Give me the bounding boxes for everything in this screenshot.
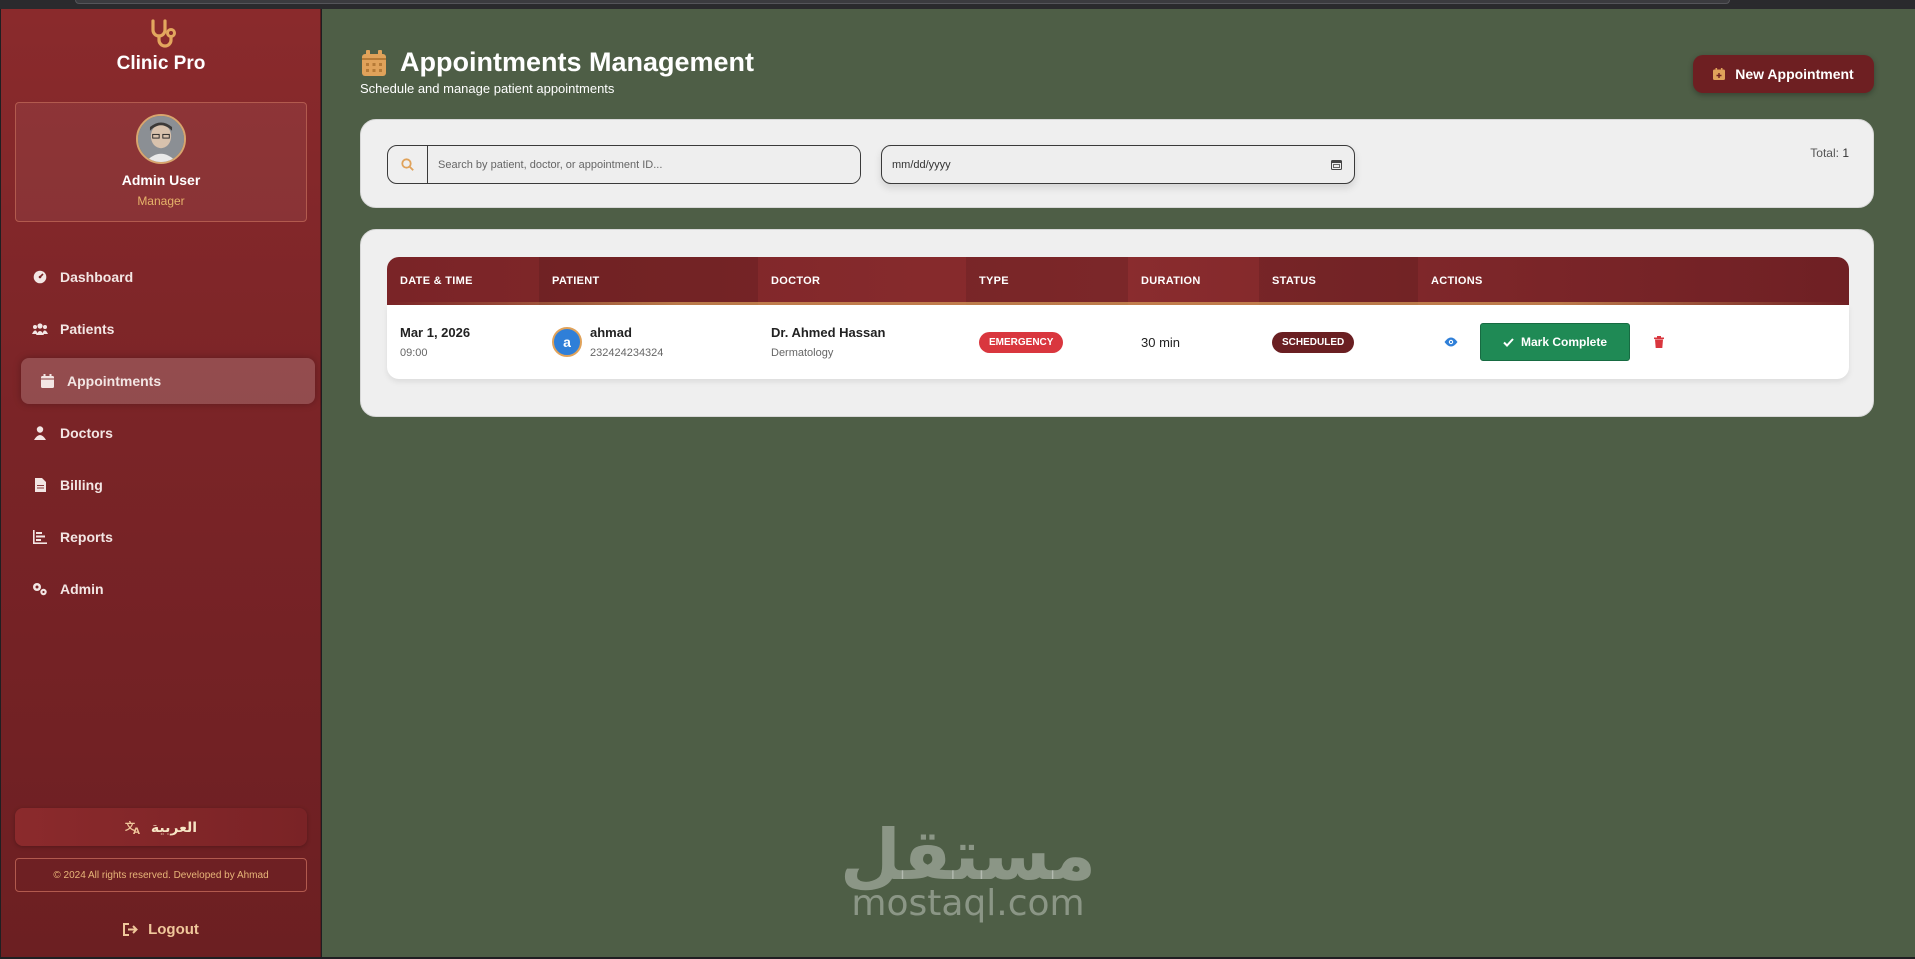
stethoscope-icon [151,19,176,48]
cell-type: EMERGENCY [966,305,1128,379]
appointment-date: Mar 1, 2026 [400,325,471,340]
watermark: مستقل mostaql.com [840,820,1096,922]
new-appointment-label: New Appointment [1735,66,1854,82]
patients-icon [32,321,48,337]
copyright: © 2024 All rights reserved. Developed by… [15,858,307,892]
column-header-doctor[interactable]: DOCTOR [758,257,966,305]
brand: Clinic Pro [1,17,321,75]
language-label: العربية [150,818,198,835]
cell-duration: 30 min [1128,305,1259,379]
dashboard-icon [32,269,48,285]
cell-doctor: Dr. Ahmed Hassan Dermatology [758,305,966,379]
check-icon [1503,337,1514,347]
sidebar-item-appointments[interactable]: Appointments [21,358,315,404]
search-input[interactable] [428,146,860,183]
calendar-icon [362,49,386,76]
chart-icon [32,529,48,545]
date-placeholder: mm/dd/yyyy [892,158,951,171]
main-content: Appointments Management Schedule and man… [322,9,1915,957]
sidebar-item-billing[interactable]: Billing [21,462,315,508]
duration-value: 30 min [1141,334,1181,350]
appointments-table: DATE & TIME PATIENT DOCTOR TYPE DURATION… [387,257,1849,379]
doctor-specialty: Dermatology [771,347,834,359]
sidebar-item-label: Appointments [67,373,162,389]
sidebar-item-label: Patients [60,321,115,337]
patient-avatar: a [552,327,582,357]
cogs-icon [32,581,48,597]
cell-actions: Mark Complete [1418,305,1849,379]
table-header: DATE & TIME PATIENT DOCTOR TYPE DURATION… [387,257,1849,305]
patient-phone: 232424234324 [590,347,664,359]
watermark-latin: mostaql.com [851,883,1085,924]
browser-address-bar [75,0,1730,4]
column-header-actions: ACTIONS [1431,275,1483,287]
patient-name[interactable]: ahmad [590,325,663,340]
cell-datetime: Mar 1, 2026 09:00 [387,305,539,379]
search-icon [388,146,428,183]
date-picker-icon[interactable] [1331,159,1342,170]
total-value: 1 [1842,146,1849,160]
doctor-name: Dr. Ahmed Hassan [771,325,886,340]
page-title: Appointments Management [400,47,755,77]
user-photo-icon [138,116,184,162]
column-header-patient[interactable]: PATIENT [539,257,758,305]
user-role: Manager [137,194,185,208]
sidebar-item-patients[interactable]: Patients [21,306,315,352]
sidebar-item-label: Billing [60,477,103,493]
sidebar-item-label: Admin [60,581,104,597]
appointment-time: 09:00 [400,347,428,359]
appointments-table-card: DATE & TIME PATIENT DOCTOR TYPE DURATION… [360,229,1874,417]
view-icon[interactable] [1444,337,1458,347]
page-subtitle: Schedule and manage patient appointments [360,81,615,96]
mark-complete-button[interactable]: Mark Complete [1480,323,1630,361]
sidebar-item-label: Reports [60,529,113,545]
new-appointment-button[interactable]: New Appointment [1693,55,1874,93]
filter-panel: mm/dd/yyyy Total: 1 [360,119,1874,208]
brand-name: Clinic Pro [116,53,206,74]
user-name: Admin User [121,172,201,188]
svg-text:A: A [133,827,140,834]
watermark-arabic: مستقل [840,814,1097,896]
logout-icon [123,922,139,936]
avatar[interactable] [136,114,186,164]
sidebar-item-label: Doctors [60,425,113,441]
sidebar-item-label: Dashboard [60,269,134,285]
sidebar: Clinic Pro Admin User Manager Dashboard … [1,9,321,957]
sidebar-item-doctors[interactable]: Doctors [21,410,315,456]
table-row[interactable]: Mar 1, 2026 09:00 a ahmad 232424234324 D… [387,305,1849,379]
cell-status: SCHEDULED [1259,305,1418,379]
status-badge: SCHEDULED [1272,331,1355,353]
column-header-date[interactable]: DATE & TIME [387,257,539,305]
calendar-plus-icon [1713,68,1726,80]
column-header-type[interactable]: TYPE [966,257,1128,305]
type-badge: EMERGENCY [979,331,1064,353]
logout-label: Logout [148,920,199,938]
mark-complete-label: Mark Complete [1520,335,1608,349]
total-label: Total: [1810,146,1839,160]
search-field [387,145,861,184]
sidebar-nav: Dashboard Patients Appointments Doctors … [1,254,321,618]
calendar-icon [39,373,55,389]
logout-button[interactable]: Logout [1,915,321,943]
invoice-icon [32,477,48,493]
user-card: Admin User Manager [15,102,307,222]
total-count: Total: 1 [1810,146,1849,160]
column-header-duration[interactable]: DURATION [1128,257,1259,305]
sidebar-item-reports[interactable]: Reports [21,514,315,560]
cell-patient: a ahmad 232424234324 [539,305,758,379]
sidebar-item-admin[interactable]: Admin [21,566,315,612]
language-toggle-button[interactable]: 文A العربية [15,808,307,846]
delete-icon[interactable] [1654,336,1664,348]
translate-icon: 文A [125,820,140,834]
sidebar-item-dashboard[interactable]: Dashboard [21,254,315,300]
page-header: Appointments Management [362,47,754,78]
date-filter-input[interactable]: mm/dd/yyyy [881,145,1355,184]
browser-top-strip [0,0,1915,9]
patient-info: ahmad 232424234324 [590,325,663,359]
doctor-icon [32,425,48,441]
column-header-status[interactable]: STATUS [1259,257,1418,305]
